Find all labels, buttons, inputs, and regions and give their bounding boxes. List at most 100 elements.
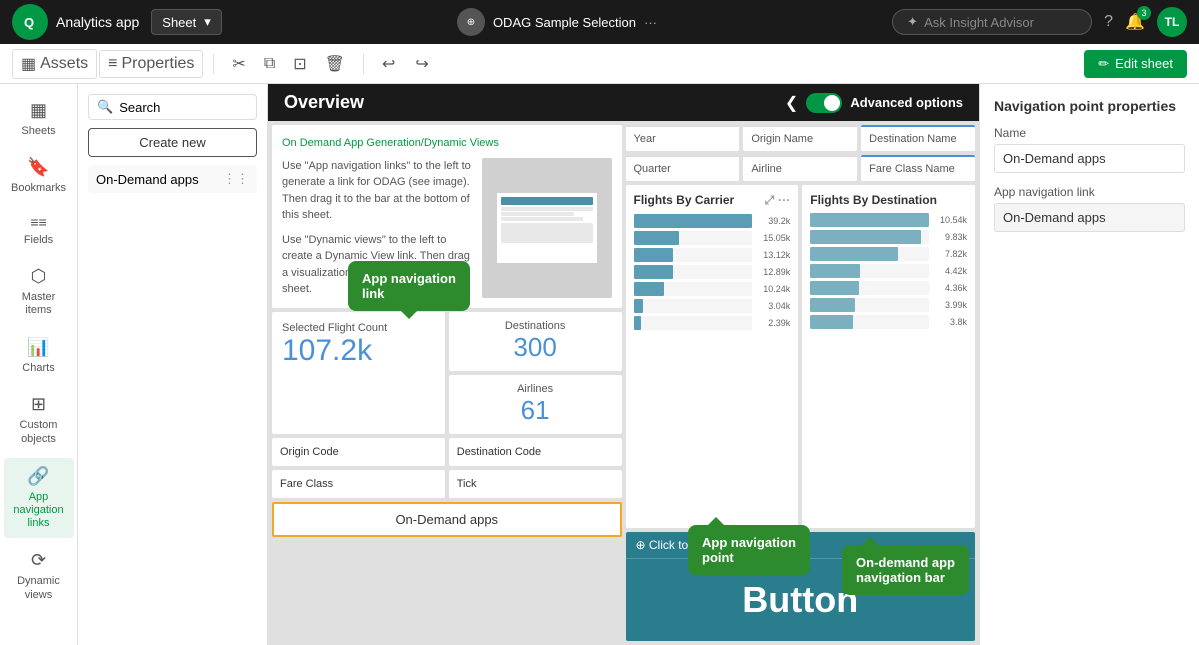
odag-text1: Use "App navigation links" to the left t…	[282, 158, 474, 224]
bar-fill	[634, 231, 679, 245]
assets-label: Assets	[40, 55, 88, 73]
properties-icon: ≡	[108, 55, 117, 73]
search-input[interactable]	[119, 100, 248, 115]
bar-row: 4.42k	[810, 264, 967, 278]
ondemand-bar-label: On-Demand apps	[395, 512, 498, 527]
bar-row: 4.36k	[810, 281, 967, 295]
filter-fareclass: Fare Class Name	[861, 155, 975, 181]
notification-bell[interactable]: 🔔 3	[1125, 12, 1145, 32]
sidebar-item-sheets[interactable]: ▦ Sheets	[4, 92, 74, 145]
callout-nav-point: App navigation point	[688, 525, 810, 575]
assets-properties-toggle: ▦ Assets ≡ Properties	[12, 49, 203, 79]
ticket-field: Tick	[449, 470, 622, 498]
bar-label: 3.99k	[933, 300, 967, 310]
bar-label: 2.39k	[756, 318, 790, 328]
redo-btn[interactable]: ↪	[407, 50, 436, 78]
sidebar-item-bookmarks[interactable]: 🔖 Bookmarks	[4, 149, 74, 202]
create-new-btn[interactable]: Create new	[88, 128, 257, 157]
expand-icon[interactable]: ⤢	[765, 193, 775, 208]
callout-nav-link: App navigation link	[348, 261, 470, 311]
fare-class-field: Fare Class	[272, 470, 445, 498]
bookmarks-icon: 🔖	[27, 157, 49, 178]
odag-more[interactable]: ···	[644, 15, 657, 30]
chart2-title: Flights By Destination	[810, 193, 937, 207]
bar-fill	[634, 265, 673, 279]
filter-quarter: Quarter	[626, 155, 740, 181]
logo-area: Q Analytics app	[12, 4, 139, 40]
bar-container	[634, 231, 753, 245]
bar-label: 15.05k	[756, 233, 790, 243]
name-label: Name	[994, 126, 1185, 140]
on-demand-row[interactable]: On-Demand apps ⋮⋮	[88, 165, 257, 193]
bar-fill	[634, 316, 641, 330]
name-input[interactable]	[994, 144, 1185, 173]
bar-fill	[634, 248, 673, 262]
app-nav-links-icon: 🔗	[27, 466, 49, 487]
sidebar-item-custom-objects[interactable]: ⊞ Custom objects	[4, 386, 74, 453]
overview-chevron-btn[interactable]: ❮	[785, 93, 798, 113]
sidebar-item-charts[interactable]: 📊 Charts	[4, 329, 74, 382]
undo-btn[interactable]: ↩	[374, 50, 403, 78]
content-area: Overview ❮ Advanced options On Demand Ap…	[268, 84, 1199, 645]
advanced-toggle[interactable]	[806, 93, 842, 113]
assets-icon: ▦	[21, 54, 36, 74]
bar-fill	[810, 213, 929, 227]
bar-container	[810, 281, 929, 295]
sidebar-item-app-navigation-links[interactable]: 🔗 App navigation links	[4, 458, 74, 539]
on-demand-dots-icon[interactable]: ⋮⋮	[223, 171, 249, 187]
sidebar-item-dynamic-views[interactable]: ⟳ Dynamic views	[4, 542, 74, 609]
cut-btn[interactable]: ✂	[224, 50, 253, 78]
separator-2	[363, 54, 364, 74]
chart1-icons: ⤢ ···	[765, 193, 791, 208]
app-nav-group: App navigation link	[994, 185, 1185, 232]
bar-container	[634, 248, 753, 262]
bar-row: 2.39k	[634, 316, 791, 330]
avatar[interactable]: TL	[1157, 7, 1187, 37]
bar-row: 9.83k	[810, 230, 967, 244]
edit-sheet-btn[interactable]: ✏ Edit sheet	[1084, 50, 1187, 78]
toolbar: ▦ Assets ≡ Properties ✂ ⧉ ⊡ 🗑 ↩ ↪ ✏ Edit…	[0, 44, 1199, 84]
destinations-box: Destinations 300	[449, 312, 622, 371]
bar-row: 3.04k	[634, 299, 791, 313]
app-nav-input[interactable]	[994, 203, 1185, 232]
sidebar-item-master-items[interactable]: ⬡ Master items	[4, 258, 74, 325]
bar-label: 13.12k	[756, 250, 790, 260]
help-icon[interactable]: ?	[1104, 13, 1113, 31]
odag-link[interactable]: On Demand App Generation/Dynamic Views	[282, 135, 612, 152]
delete-btn[interactable]: 🗑	[317, 50, 353, 78]
bar-fill	[810, 281, 859, 295]
bar-container	[634, 316, 753, 330]
flights-by-carrier-chart: Flights By Carrier ⤢ ··· 39.2k	[626, 185, 799, 528]
bar-container	[810, 315, 929, 329]
odag-preview	[482, 158, 612, 298]
bar-fill	[810, 230, 920, 244]
properties-label: Properties	[121, 55, 194, 73]
charts-icon: 📊	[27, 337, 49, 358]
toggle-knob	[824, 95, 840, 111]
search-box[interactable]: 🔍	[88, 94, 257, 120]
bar-fill	[810, 298, 855, 312]
properties-btn[interactable]: ≡ Properties	[99, 50, 203, 78]
app-nav-label: App navigation link	[994, 185, 1185, 199]
chart1-bars: 39.2k 15.05k 13.12k 12.89k 10.24k	[634, 214, 791, 330]
bar-fill	[810, 247, 898, 261]
assets-btn[interactable]: ▦ Assets	[12, 49, 97, 79]
sidebar-item-fields[interactable]: ≡≡ Fields	[4, 206, 74, 254]
bar-row: 12.89k	[634, 265, 791, 279]
copy-btn[interactable]: ⧉	[256, 51, 283, 77]
chart1-more-icon[interactable]: ···	[778, 193, 790, 208]
asset-panel: 🔍 Create new On-Demand apps ⋮⋮	[78, 84, 268, 645]
selected-flight-box: Selected Flight Count 107.2k	[272, 312, 445, 434]
main-area: ▦ Sheets 🔖 Bookmarks ≡≡ Fields ⬡ Master …	[0, 84, 1199, 645]
topbar-right: ✦ Ask Insight Advisor ? 🔔 3 TL	[892, 7, 1187, 37]
ondemand-bar[interactable]: On-Demand apps	[272, 502, 622, 537]
sheet-dropdown[interactable]: Sheet ▾	[151, 9, 222, 35]
chart2-bars: 10.54k 9.83k 7.82k 4.42k 4.36k	[810, 213, 967, 329]
flights-by-destination-chart: Flights By Destination 10.54k 9.83k 7.82…	[802, 185, 975, 528]
bar-fill	[810, 264, 860, 278]
filter-origin: Origin Name	[743, 125, 857, 151]
insight-bar[interactable]: ✦ Ask Insight Advisor	[892, 9, 1092, 35]
paste-btn[interactable]: ⊡	[285, 50, 314, 78]
bar-label: 3.8k	[933, 317, 967, 327]
bar-label: 9.83k	[933, 232, 967, 242]
